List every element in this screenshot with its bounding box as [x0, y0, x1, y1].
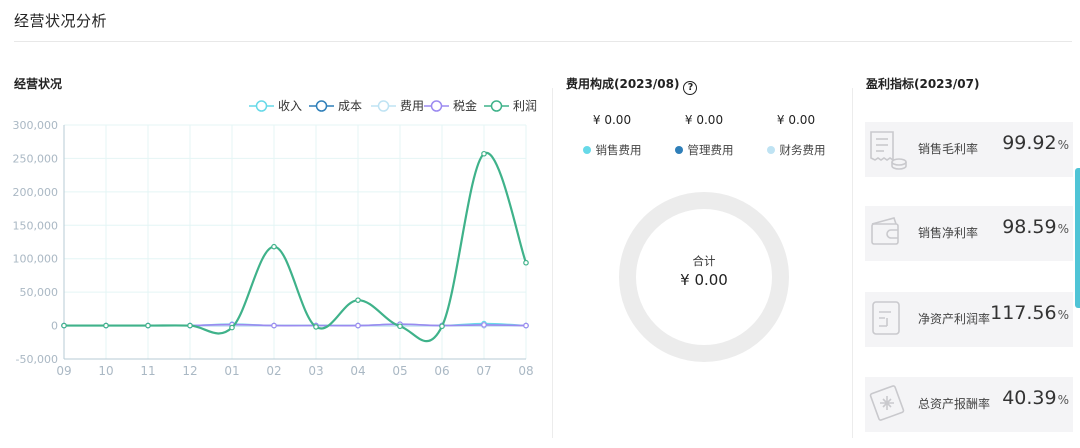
legend-label: 收入: [278, 99, 302, 113]
page-title: 经营状况分析: [14, 12, 108, 30]
x-tick-label: 11: [140, 364, 155, 378]
roa-card[interactable]: 总资产报酬率 40.39%: [865, 377, 1073, 432]
x-tick-label: 03: [308, 364, 323, 378]
legend-marker-icon: [430, 100, 443, 112]
legend-entry[interactable]: 税金: [424, 98, 477, 113]
legend-marker-icon: [490, 100, 503, 112]
profit-section-title: 盈利指标(2023/07): [866, 77, 980, 91]
legend-marker-icon: [377, 100, 390, 112]
donut-total-label: 合计: [692, 254, 716, 268]
legend-dot-icon: [674, 146, 683, 154]
data-point: [61, 322, 67, 329]
data-point: [271, 243, 277, 250]
document-icon: [872, 301, 900, 335]
gross-margin-label: 销售毛利率: [918, 142, 979, 156]
y-tick-label: 0: [51, 320, 58, 333]
data-point: [481, 150, 487, 157]
data-point: [355, 322, 361, 329]
legend-marker-icon: [255, 100, 268, 112]
business-line-chart[interactable]: -50,000 0 50,000 100,000 150,000 200,000 250,0…: [8, 92, 538, 392]
y-tick-label: 100,000: [13, 253, 59, 266]
roe-label: 净资产利润率: [918, 312, 991, 326]
donut-total-value: ¥ 0.00: [680, 271, 728, 289]
data-point: [523, 322, 529, 329]
data-point: [229, 324, 235, 331]
data-point: [481, 322, 487, 328]
side-scroll-handle[interactable]: [1075, 168, 1080, 308]
legend-marker-icon: [315, 100, 328, 112]
receipt-coins-icon: [870, 131, 907, 170]
legend-finance-expense[interactable]: 财务费用: [741, 142, 851, 158]
title-divider: [14, 41, 1072, 42]
x-tick-label: 04: [350, 364, 365, 378]
column-divider: [552, 88, 553, 438]
series-line: [63, 152, 528, 343]
certificate-icon: [869, 385, 905, 421]
data-point: [271, 322, 277, 329]
x-tick-label: 10: [98, 364, 113, 378]
page: 经营状况分析 经营状况 -50,000 0 50,000 100,000 150,000…: [0, 0, 1080, 448]
y-tick-label: 300,000: [13, 119, 59, 132]
y-tick-label: 150,000: [13, 219, 59, 232]
legend-label: 费用: [400, 99, 424, 113]
x-tick-label: 07: [476, 364, 491, 378]
legend-dot-icon: [582, 146, 591, 154]
y-tick-label: -50,000: [16, 353, 58, 366]
data-point: [103, 322, 109, 329]
roa-value: 40.39%: [1002, 387, 1069, 409]
legend-entry[interactable]: 收入: [249, 99, 302, 113]
x-tick-label: 06: [434, 364, 449, 378]
net-margin-card[interactable]: 销售净利率 98.59%: [865, 206, 1073, 261]
data-point: [397, 323, 403, 330]
net-margin-label: 销售净利率: [918, 226, 979, 240]
wallet-icon: [871, 217, 899, 245]
data-point: [145, 322, 151, 329]
y-tick-label: 200,000: [13, 186, 59, 199]
legend-label: 利润: [513, 99, 537, 113]
sales-expense-value: ¥ 0.00: [592, 113, 632, 127]
x-tick-label: 09: [56, 364, 71, 378]
data-point: [187, 322, 193, 329]
admin-expense-value: ¥ 0.00: [684, 113, 724, 127]
roe-value: 117.56%: [990, 302, 1069, 324]
legend-label: 成本: [338, 99, 362, 113]
gross-margin-card[interactable]: 销售毛利率 99.92%: [865, 122, 1073, 177]
legend-label: 税金: [453, 98, 477, 113]
x-tick-label: 02: [266, 364, 281, 378]
cost-section-title: 费用构成(2023/08)?: [566, 75, 698, 95]
roa-label: 总资产报酬率: [918, 397, 991, 411]
net-margin-value: 98.59%: [1002, 216, 1069, 238]
legend-entry[interactable]: 费用: [371, 99, 424, 113]
finance-expense-value: ¥ 0.00: [776, 113, 816, 127]
legend-entry[interactable]: 利润: [484, 99, 537, 113]
y-tick-label: 250,000: [13, 152, 59, 165]
y-tick-label: 50,000: [20, 286, 59, 299]
data-point: [523, 259, 529, 266]
data-point: [355, 297, 361, 303]
data-point: [439, 323, 445, 330]
gross-margin-value: 99.92%: [1002, 132, 1069, 154]
data-point: [313, 324, 319, 330]
legend-dot-icon: [766, 146, 775, 154]
roe-card[interactable]: 净资产利润率 117.56%: [865, 292, 1073, 347]
help-icon[interactable]: ?: [683, 81, 698, 95]
legend-entry[interactable]: 成本: [309, 99, 362, 113]
x-tick-label: 08: [518, 364, 533, 378]
column-divider: [852, 88, 853, 438]
cost-title-text: 费用构成(2023/08): [566, 77, 680, 91]
business-section-title: 经营状况: [14, 77, 63, 91]
x-tick-label: 05: [392, 364, 407, 378]
x-tick-label: 01: [224, 364, 239, 378]
x-tick-label: 12: [182, 364, 197, 378]
